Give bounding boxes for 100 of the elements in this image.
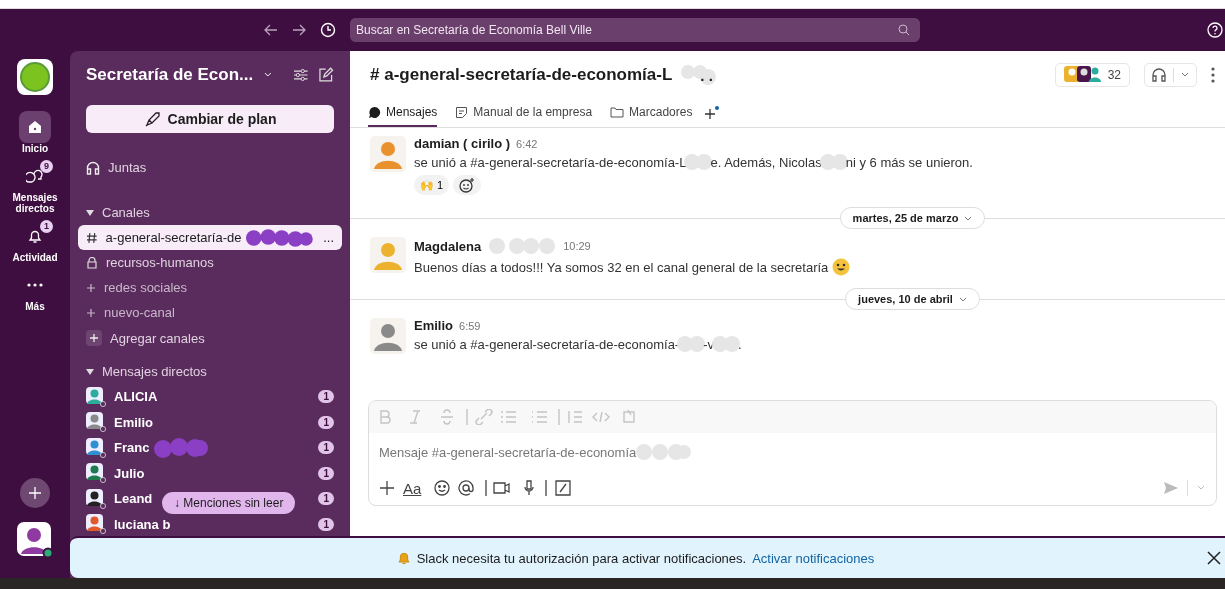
timestamp[interactable]: 10:29 <box>563 240 591 252</box>
author-name[interactable]: damian ( cirilo ) <box>414 136 511 151</box>
timestamp[interactable]: 6:59 <box>459 319 481 332</box>
add-tab-icon[interactable] <box>704 105 721 121</box>
channel-item[interactable]: nuevo-canal <box>78 300 342 325</box>
message-text: e. Además, Nicolas <box>710 154 822 170</box>
unread-mentions-toast[interactable]: ↓ Menciones sin leer <box>162 492 296 514</box>
channel-title-tail: . . <box>700 66 713 84</box>
history-icon[interactable] <box>320 22 336 38</box>
headphones-icon <box>1151 68 1167 82</box>
headphones-icon <box>86 160 100 175</box>
search-icon <box>898 24 910 36</box>
kebab-menu-icon[interactable] <box>1211 67 1215 83</box>
date-divider-button[interactable]: martes, 25 de marzo <box>839 207 986 229</box>
lock-icon <box>86 256 98 269</box>
huddle-button[interactable] <box>1144 63 1197 87</box>
badge: 1 <box>40 220 53 233</box>
message-text: se unió a #a-general-secretaría-de-economía-L <box>414 154 687 170</box>
rail-label: Más <box>24 301 46 312</box>
search-field[interactable]: Buscar en Secretaría de Economía Bell Ville <box>350 18 920 42</box>
dm-item[interactable]: Julio 1 <box>78 460 342 486</box>
chevron-down-icon <box>958 296 967 302</box>
reaction-button[interactable]: 🙌 1 <box>414 175 450 195</box>
composer-placeholder: Mensaje #a-general-secretaría-de-economía <box>379 444 637 460</box>
banner-text: Slack necesita tu autorización para activar notificaciones. <box>416 550 747 566</box>
caret-down-icon <box>86 368 94 375</box>
rail-button[interactable] <box>19 111 51 143</box>
unread-badge: 1 <box>318 466 334 480</box>
enable-notifications-link[interactable]: Activar notificaciones <box>752 550 875 566</box>
upgrade-button[interactable]: Cambiar de plan <box>86 105 334 133</box>
tab[interactable]: Manual de la empresa <box>455 99 593 127</box>
plus-icon <box>28 486 42 500</box>
add-button[interactable] <box>20 478 50 508</box>
message-text: Buenos días a todos!!! Ya somos 32 en el canal general de la secretaría <box>414 259 829 275</box>
rail-label: Actividad <box>11 252 59 263</box>
channel-item[interactable]: redes sociales <box>78 275 342 300</box>
huddles-item[interactable]: Juntas <box>78 155 342 180</box>
message-composer[interactable]: Mensaje #a-general-secretaría-de-economía Aa <box>368 400 1217 506</box>
caret-down-icon <box>86 209 94 216</box>
rail-label: Mensajes directos <box>11 192 59 214</box>
chat-bubbles-icon <box>26 168 44 184</box>
members-button[interactable]: 32 <box>1054 63 1130 87</box>
more-icon <box>27 283 43 287</box>
close-icon[interactable] <box>1207 551 1221 565</box>
compose-icon[interactable] <box>318 67 334 83</box>
redaction-mark <box>712 336 741 352</box>
dm-item[interactable]: luciana b 1 <box>78 511 342 537</box>
dm-item[interactable]: ALICIA 1 <box>78 384 342 410</box>
forward-icon[interactable] <box>292 24 306 36</box>
unread-badge: 1 <box>318 390 334 404</box>
chevron-down-icon <box>964 215 973 221</box>
message-text: ni y 6 más se unieron. <box>845 154 973 170</box>
redaction-mark <box>684 154 713 170</box>
rocket-icon <box>143 110 162 128</box>
dm-item[interactable]: Franc 1 <box>78 435 342 461</box>
channel-item[interactable]: recursos-humanos <box>78 250 342 275</box>
plus-icon <box>86 330 102 346</box>
section-header[interactable]: Canales <box>78 200 342 225</box>
message-text: se unió a #a-general-secretaría-de-economía- <box>414 336 680 352</box>
author-name[interactable]: Emilio <box>414 318 453 333</box>
add-emoji-icon <box>459 177 476 193</box>
rail-label: Inicio <box>20 143 50 154</box>
filter-icon[interactable] <box>292 68 309 82</box>
dm-item[interactable]: Emilio 1 <box>78 409 342 435</box>
avatars-icon <box>1063 66 1102 84</box>
plus-icon[interactable] <box>379 479 395 497</box>
unread-badge: 1 <box>318 492 334 506</box>
workspace-name[interactable]: Secretaría de Econ... <box>86 65 254 85</box>
tab[interactable]: Marcadores <box>610 99 693 127</box>
plus-icon <box>86 307 96 318</box>
badge: 9 <box>40 160 53 173</box>
note-icon <box>455 105 469 119</box>
unread-badge: 1 <box>318 441 334 455</box>
chevron-down-icon <box>1180 72 1190 78</box>
rail-button[interactable]: 1 <box>19 220 51 252</box>
tab[interactable]: Mensajes <box>368 99 438 127</box>
hash-icon <box>86 231 98 244</box>
timestamp[interactable]: 6:42 <box>516 137 538 150</box>
plus-icon <box>86 282 96 293</box>
add-channels-item[interactable]: Agregar canales <box>78 325 342 351</box>
text-format-button[interactable]: Aa <box>403 479 422 497</box>
author-name[interactable]: Magdalena <box>414 238 482 254</box>
user-avatar[interactable] <box>17 522 53 558</box>
channel-title[interactable]: # a-general-secretaría-de-economía-L <box>370 65 673 85</box>
redaction-mark <box>819 154 848 170</box>
section-header[interactable]: Mensajes directos <box>78 359 342 384</box>
avatar-icon[interactable] <box>370 318 406 354</box>
date-divider-button[interactable]: jueves, 10 de abril <box>845 288 980 310</box>
home-icon <box>27 119 43 135</box>
channel-item[interactable]: a-general-secretaría-de ... <box>78 225 342 250</box>
bell-icon <box>27 228 43 244</box>
help-icon[interactable] <box>1207 22 1223 38</box>
folder-icon <box>610 106 625 118</box>
unread-badge: 1 <box>318 517 334 531</box>
back-icon[interactable] <box>264 24 278 36</box>
add-reaction-button[interactable] <box>453 175 482 195</box>
unread-badge: 1 <box>318 415 334 429</box>
bell-icon <box>396 551 411 565</box>
workspace-logo[interactable] <box>17 59 53 95</box>
rail-button[interactable]: 9 <box>19 160 51 192</box>
